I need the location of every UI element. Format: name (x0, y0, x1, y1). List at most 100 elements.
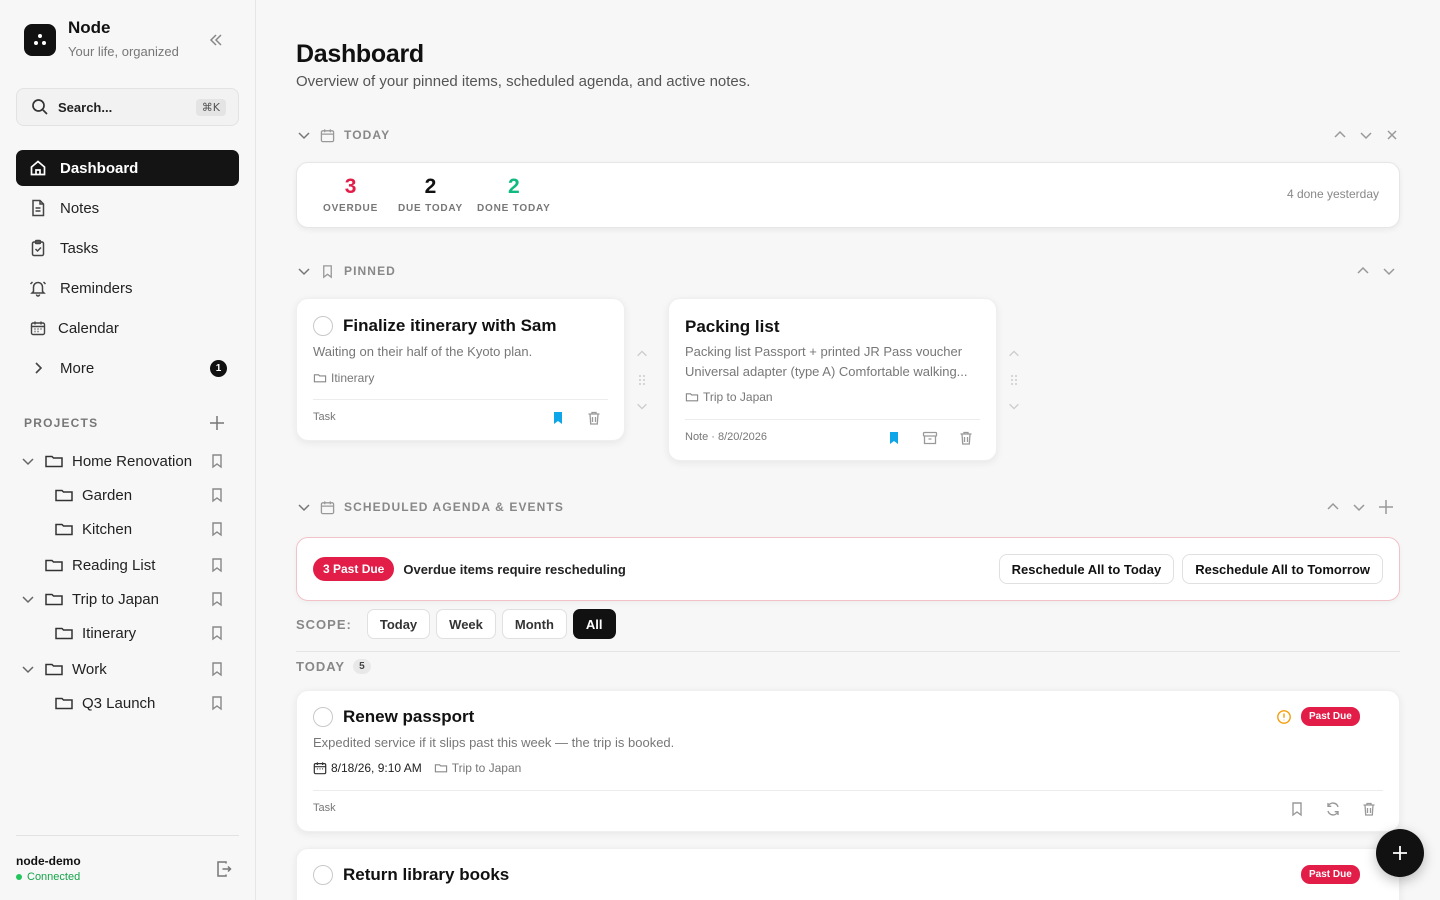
agenda-item-card[interactable]: Return library books Past Due (296, 848, 1400, 900)
card-reorder-controls (1007, 347, 1021, 425)
folder-icon (44, 555, 64, 575)
close-icon[interactable] (1384, 127, 1400, 143)
brand[interactable]: Node Your life, organized (24, 18, 179, 59)
reschedule-today-button[interactable]: Reschedule All to Today (998, 554, 1175, 584)
bookmark-icon[interactable] (209, 521, 225, 537)
logout-icon[interactable] (215, 860, 233, 878)
sidebar: Node Your life, organized Search... ⌘K D… (0, 0, 256, 900)
trash-icon[interactable] (586, 410, 602, 426)
reschedule-tomorrow-button[interactable]: Reschedule All to Tomorrow (1182, 554, 1383, 584)
project-name: Garden (82, 486, 133, 504)
chevron-down-icon[interactable] (296, 499, 312, 515)
chevron-down-icon[interactable] (20, 661, 36, 677)
nav-reminders[interactable]: Reminders (16, 270, 239, 306)
bookmark-icon[interactable] (209, 591, 225, 607)
item-title: Return library books (343, 865, 510, 884)
card-folder[interactable]: Trip to Japan (685, 390, 773, 404)
move-down-icon[interactable] (1351, 499, 1367, 515)
chevron-down-icon[interactable] (296, 263, 312, 279)
project-q3-launch[interactable]: Q3 Launch (16, 686, 239, 720)
item-folder[interactable]: Trip to Japan (434, 761, 522, 775)
card-folder-label: Itinerary (331, 371, 375, 385)
bookmark-icon[interactable] (209, 661, 225, 677)
project-kitchen[interactable]: Kitchen (16, 512, 239, 546)
item-folder-label: Trip to Japan (451, 761, 522, 775)
pinned-note-card[interactable]: Packing list Packing list Passport + pri… (668, 298, 997, 461)
scope-week[interactable]: Week (436, 609, 496, 639)
past-due-count-badge: 3 Past Due (313, 557, 395, 581)
pinned-section-header[interactable]: PINNED (296, 261, 1400, 281)
trash-icon[interactable] (958, 430, 974, 446)
trash-icon[interactable] (1361, 801, 1377, 817)
today-section-header[interactable]: TODAY (296, 125, 1400, 145)
nav-more[interactable]: More 1 (16, 350, 239, 386)
project-work[interactable]: Work (16, 652, 239, 686)
complete-checkbox[interactable] (313, 316, 333, 336)
pinned-bookmark-icon[interactable] (550, 410, 566, 426)
scope-today[interactable]: Today (366, 609, 431, 639)
nav-tasks[interactable]: Tasks (16, 230, 239, 266)
nav-calendar[interactable]: Calendar (16, 310, 239, 346)
collapse-sidebar-icon[interactable] (206, 30, 226, 50)
status-dot-icon (16, 874, 22, 880)
folder-icon (44, 451, 64, 471)
move-down-icon[interactable] (1358, 127, 1374, 143)
card-folder[interactable]: Itinerary (313, 371, 374, 385)
move-down-icon[interactable] (1381, 263, 1397, 279)
move-up-icon[interactable] (635, 347, 649, 361)
nav-tasks-label: Tasks (60, 239, 99, 257)
scope-all[interactable]: All (572, 609, 616, 639)
drag-handle-icon[interactable] (635, 373, 649, 387)
chevron-down-icon[interactable] (20, 453, 36, 469)
bookmark-icon[interactable] (1289, 801, 1305, 817)
bookmark-icon[interactable] (209, 557, 225, 573)
project-home-renovation[interactable]: Home Renovation (16, 444, 239, 478)
bookmark-icon[interactable] (209, 695, 225, 711)
search-box[interactable]: Search... ⌘K (16, 88, 239, 126)
project-itinerary[interactable]: Itinerary (16, 616, 239, 650)
drag-handle-icon[interactable] (1007, 373, 1021, 387)
archive-icon[interactable] (922, 430, 938, 446)
due-today-stat[interactable]: 2 DUE TODAY (398, 175, 463, 214)
app-name: Node (68, 18, 111, 37)
project-trip-to-japan[interactable]: Trip to Japan (16, 582, 239, 616)
pinned-section-title: PINNED (344, 264, 396, 278)
move-up-icon[interactable] (1355, 263, 1371, 279)
pinned-task-card[interactable]: Finalize itinerary with Sam Waiting on t… (296, 298, 625, 441)
done-today-stat[interactable]: 2 DONE TODAY (477, 175, 551, 214)
project-garden[interactable]: Garden (16, 478, 239, 512)
nav-notes[interactable]: Notes (16, 190, 239, 226)
agenda-item-card[interactable]: Renew passport Past Due Expedited servic… (296, 690, 1400, 832)
card-divider (313, 790, 1383, 791)
move-down-icon[interactable] (1007, 399, 1021, 413)
nav-dashboard[interactable]: Dashboard (16, 150, 239, 186)
connection-status-label: Connected (27, 871, 81, 883)
card-description: Waiting on their half of the Kyoto plan. (313, 344, 533, 359)
move-up-icon[interactable] (1007, 347, 1021, 361)
chevron-right-icon (28, 358, 48, 378)
move-down-icon[interactable] (635, 399, 649, 413)
home-icon (28, 158, 48, 178)
project-name: Work (72, 660, 107, 678)
create-new-button[interactable] (1376, 829, 1424, 877)
project-name: Reading List (72, 556, 156, 574)
bookmark-icon[interactable] (209, 487, 225, 503)
add-plus-icon[interactable] (1377, 498, 1395, 516)
scope-selector: SCOPE: Today Week Month All (296, 609, 622, 639)
project-reading-list[interactable]: Reading List (16, 548, 239, 582)
overdue-stat[interactable]: 3 OVERDUE (323, 175, 378, 214)
refresh-icon[interactable] (1325, 801, 1341, 817)
chevron-down-icon[interactable] (296, 127, 312, 143)
item-date[interactable]: 8/18/26, 9:10 AM (313, 761, 422, 775)
bookmark-icon[interactable] (209, 625, 225, 641)
pinned-bookmark-icon[interactable] (886, 430, 902, 446)
agenda-section-header[interactable]: SCHEDULED AGENDA & EVENTS (296, 497, 1400, 517)
chevron-down-icon[interactable] (20, 591, 36, 607)
complete-checkbox[interactable] (313, 707, 333, 727)
bookmark-icon[interactable] (209, 453, 225, 469)
move-up-icon[interactable] (1325, 499, 1341, 515)
move-up-icon[interactable] (1332, 127, 1348, 143)
add-project-plus-icon[interactable] (208, 414, 226, 432)
complete-checkbox[interactable] (313, 865, 333, 885)
scope-month[interactable]: Month (501, 609, 567, 639)
